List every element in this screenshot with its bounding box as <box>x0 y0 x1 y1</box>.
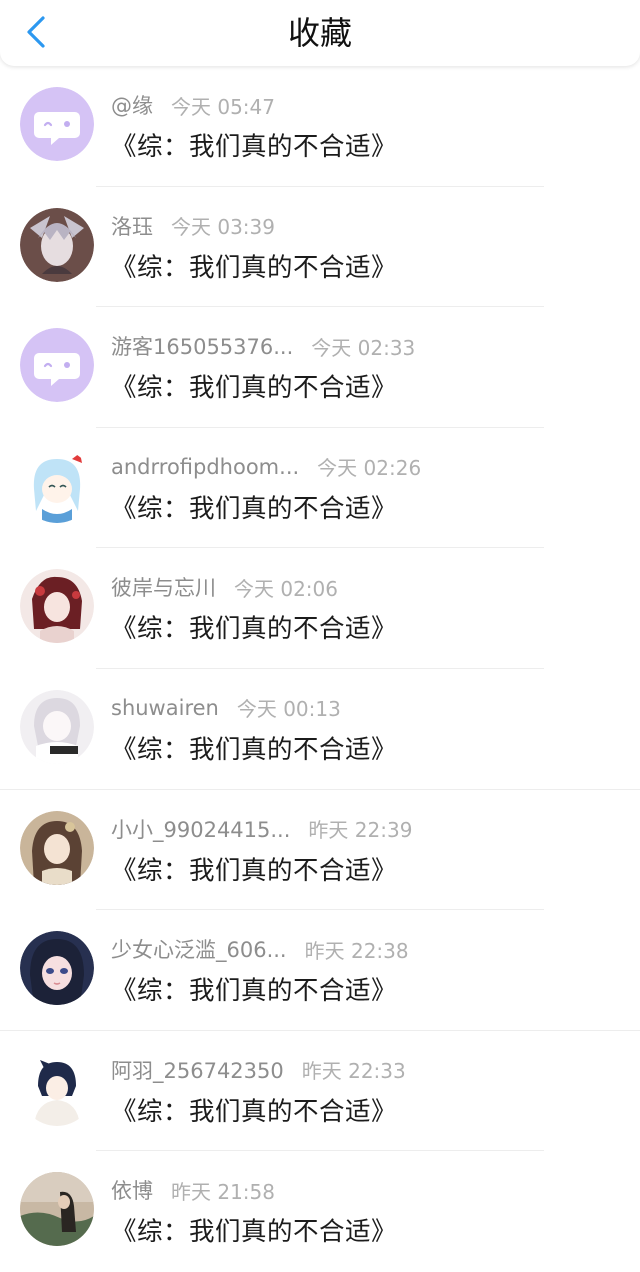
user-avatar[interactable] <box>20 1172 94 1247</box>
timestamp: 今天 03:39 <box>171 215 275 240</box>
favorite-item[interactable]: andrrofipdhoom... 今天 02:26 《综：我们真的不合适》 <box>0 428 640 549</box>
book-title[interactable]: 《综：我们真的不合适》 <box>111 247 397 284</box>
favorite-item[interactable]: 阿羽_256742350 昨天 22:33 《综：我们真的不合适》 <box>0 1031 640 1152</box>
timestamp: 今天 02:26 <box>317 456 422 481</box>
default-chat-avatar[interactable] <box>20 87 94 161</box>
book-title[interactable]: 《综：我们真的不合适》 <box>111 488 397 525</box>
timestamp: 今天 02:06 <box>234 576 338 601</box>
favorite-item[interactable]: @缘 今天 05:47 《综：我们真的不合适》 <box>0 66 640 187</box>
user-name[interactable]: 洛珏 <box>111 211 153 241</box>
user-avatar[interactable] <box>20 207 94 282</box>
timestamp: 今天 00:13 <box>236 697 341 722</box>
user-avatar[interactable] <box>20 448 94 523</box>
book-title[interactable]: 《综：我们真的不合适》 <box>111 729 397 766</box>
user-name[interactable]: shuwairen <box>111 696 219 720</box>
favorite-item[interactable]: 小小_99024415... 昨天 22:39 《综：我们真的不合适》 <box>0 790 640 911</box>
favorite-item[interactable]: 彼岸与忘川 今天 02:06 《综：我们真的不合适》 <box>0 548 640 669</box>
favorite-item[interactable]: 少女心泛滥_606... 昨天 22:38 《综：我们真的不合适》 <box>0 910 640 1031</box>
favorite-item[interactable]: shuwairen 今天 00:13 《综：我们真的不合适》 <box>0 669 640 790</box>
page-title: 收藏 <box>287 14 352 52</box>
user-name[interactable]: 依博 <box>111 1175 153 1205</box>
favorite-item[interactable]: 游客165055376... 今天 02:33 《综：我们真的不合适》 <box>0 307 640 428</box>
user-name[interactable]: andrrofipdhoom... <box>111 455 299 479</box>
favorite-item[interactable]: 洛珏 今天 03:39 《综：我们真的不合适》 <box>0 187 640 308</box>
book-title[interactable]: 《综：我们真的不合适》 <box>111 850 397 887</box>
user-name[interactable]: 小小_99024415... <box>111 814 290 844</box>
user-name[interactable]: 阿羽_256742350 <box>111 1055 284 1085</box>
timestamp: 今天 05:47 <box>171 94 275 119</box>
user-avatar[interactable] <box>20 810 94 885</box>
user-name[interactable]: 游客165055376... <box>111 331 293 361</box>
user-name[interactable]: 彼岸与忘川 <box>111 572 216 602</box>
user-avatar[interactable] <box>20 1051 94 1126</box>
favorite-item[interactable]: 依博 昨天 21:58 《综：我们真的不合适》 <box>0 1151 640 1272</box>
book-title[interactable]: 《综：我们真的不合适》 <box>111 970 397 1007</box>
user-avatar[interactable] <box>20 689 94 764</box>
timestamp: 昨天 21:58 <box>171 1179 275 1204</box>
timestamp: 昨天 22:38 <box>304 938 409 963</box>
user-name[interactable]: 少女心泛滥_606... <box>111 934 287 964</box>
user-avatar[interactable] <box>20 931 94 1006</box>
timestamp: 昨天 22:39 <box>308 818 413 843</box>
user-name[interactable]: @缘 <box>111 90 153 120</box>
book-title[interactable]: 《综：我们真的不合适》 <box>111 367 397 404</box>
book-title[interactable]: 《综：我们真的不合适》 <box>111 1091 397 1128</box>
book-title[interactable]: 《综：我们真的不合适》 <box>111 1211 397 1248</box>
user-avatar[interactable] <box>20 569 94 644</box>
favorites-list: @缘 今天 05:47 《综：我们真的不合适》 洛珏 今天 03:39 《综：我… <box>0 66 640 1272</box>
timestamp: 昨天 22:33 <box>301 1059 406 1084</box>
top-bar: 收藏 <box>0 0 640 66</box>
book-title[interactable]: 《综：我们真的不合适》 <box>111 126 397 163</box>
default-chat-avatar[interactable] <box>20 328 94 403</box>
book-title[interactable]: 《综：我们真的不合适》 <box>111 608 397 645</box>
timestamp: 今天 02:33 <box>311 335 416 360</box>
